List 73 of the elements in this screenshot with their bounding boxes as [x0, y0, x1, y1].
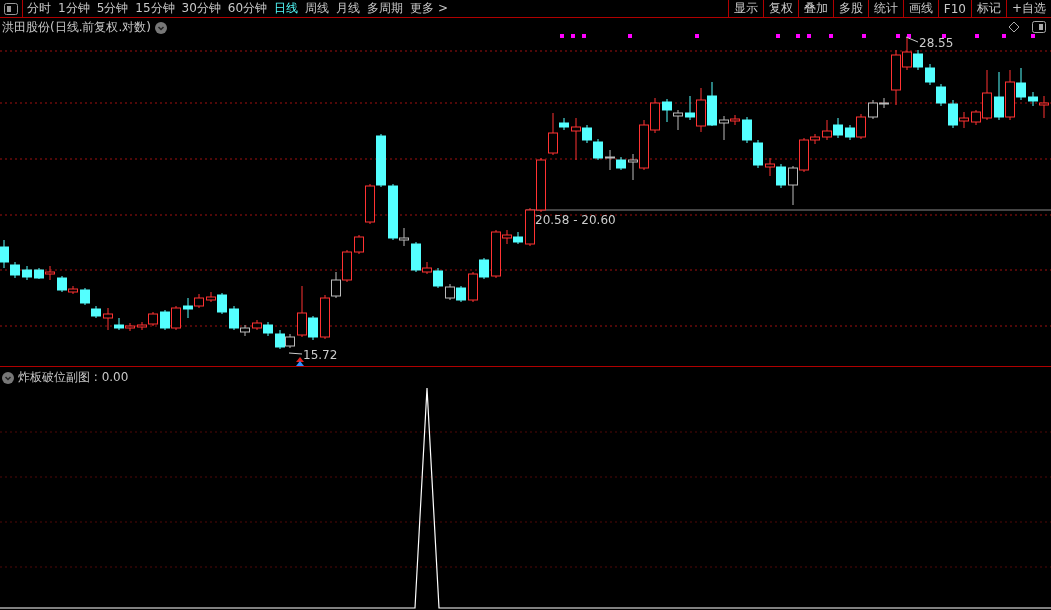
candlestick [765, 157, 775, 177]
toolbar-button[interactable]: 统计 [867, 0, 903, 17]
candlestick [788, 165, 798, 206]
triangle-marker-icon [296, 357, 304, 366]
candlestick [650, 97, 660, 134]
candlestick [456, 285, 466, 303]
dropdown-icon[interactable] [155, 21, 167, 34]
candlestick [34, 267, 44, 280]
candlestick [285, 333, 295, 349]
candlestick [275, 329, 285, 350]
period-tab[interactable]: 1分钟 [58, 0, 90, 17]
period-tab[interactable]: 日线 [274, 0, 299, 17]
period-tab[interactable]: 15分钟 [135, 0, 175, 17]
toolbar-button[interactable]: 显示 [727, 0, 763, 17]
candlestick [183, 297, 193, 319]
candlestick [252, 319, 262, 331]
candlestick [91, 305, 101, 319]
period-tab[interactable]: 更多 > [410, 0, 448, 17]
price-label: 28.55 [919, 36, 954, 50]
candlestick [707, 81, 717, 127]
candlestick [593, 138, 603, 161]
candlestick [753, 139, 763, 169]
candlestick [742, 116, 752, 144]
leader-line [905, 36, 919, 43]
candlestick [342, 249, 352, 283]
candlestick [833, 117, 843, 139]
period-tab[interactable]: 周线 [305, 0, 330, 17]
toolbar-button[interactable]: 多股 [832, 0, 868, 17]
candlestick [22, 265, 32, 281]
candlestick [125, 322, 135, 332]
period-tab[interactable]: 多周期 [367, 0, 404, 17]
candlestick [673, 109, 683, 131]
candlestick [776, 163, 786, 189]
toolbar-button[interactable]: +自选 [1005, 0, 1051, 17]
period-tab[interactable]: 月线 [336, 0, 361, 17]
candlestick [80, 287, 90, 306]
candlestick [445, 283, 455, 301]
candlestick [994, 71, 1004, 121]
candlestick [376, 133, 386, 188]
candlestick [365, 183, 375, 225]
candlestick [936, 83, 946, 107]
period-tab[interactable]: 分时 [27, 0, 51, 17]
candlestick [513, 231, 523, 245]
candlestick [525, 207, 535, 247]
toolbar-button[interactable]: F10 [937, 0, 971, 17]
candlestick [662, 98, 672, 123]
toolbar-button[interactable]: 复权 [762, 0, 798, 17]
candlestick [171, 305, 181, 331]
period-tab[interactable]: 30分钟 [181, 0, 221, 17]
candlestick [925, 63, 935, 86]
candlestick [45, 265, 55, 281]
candlestick [468, 271, 478, 303]
chart-title: 洪田股份(日线.前复权.对数) [2, 19, 151, 36]
candlestick [194, 293, 204, 309]
panel-toggle-icon[interactable] [1032, 21, 1046, 33]
dropdown-icon[interactable] [2, 371, 14, 384]
leader-line [288, 352, 303, 355]
panel-toggle-icon[interactable] [4, 2, 18, 15]
candlestick [354, 234, 364, 255]
period-tab[interactable]: 5分钟 [96, 0, 129, 17]
indicator-title: 炸板破位副图 : 0.00 [18, 369, 129, 386]
candlestick [536, 157, 546, 213]
candlestick [263, 321, 273, 337]
diamond-icon[interactable] [1008, 21, 1020, 33]
price-label: 15.72 [303, 348, 338, 362]
price-range-label: 20.58 - 20.60 [535, 213, 616, 227]
candlestick [479, 257, 489, 280]
period-tab[interactable]: 60分钟 [227, 0, 268, 17]
candlestick [822, 119, 832, 141]
toolbar-button[interactable]: 画线 [902, 0, 938, 17]
toolbar-button[interactable]: 标记 [970, 0, 1006, 17]
candlestick [160, 309, 170, 331]
toolbar-button[interactable]: 叠加 [797, 0, 833, 17]
